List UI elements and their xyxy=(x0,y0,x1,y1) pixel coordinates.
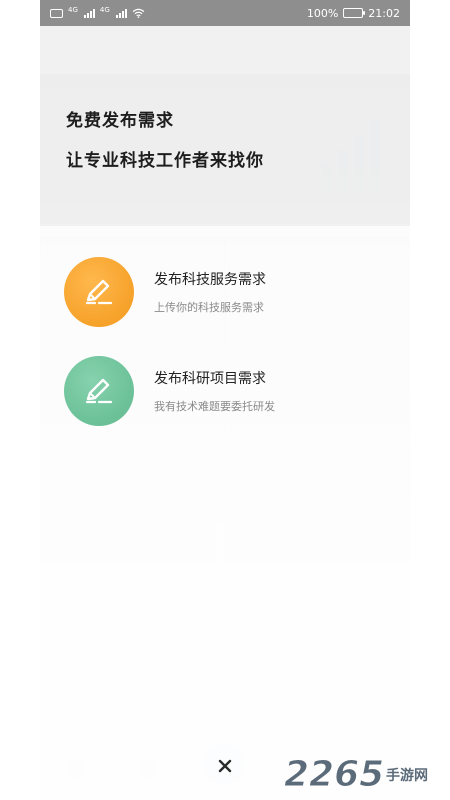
network-type-label: 4G xyxy=(68,6,78,14)
battery-icon xyxy=(343,8,366,18)
battery-percent: 100% xyxy=(306,6,339,20)
close-button[interactable] xyxy=(215,756,235,776)
watermark-logo: 2265 手游网 xyxy=(284,754,428,793)
headline-line-1: 免费发布需求 xyxy=(66,111,174,131)
sim-card-icon xyxy=(50,8,63,18)
signal-strength-icon-2 xyxy=(115,8,127,18)
svg-text:2265: 2265 xyxy=(284,754,384,792)
edit-pencil-icon-glyph xyxy=(85,279,113,305)
edit-pencil-icon-glyph xyxy=(85,378,113,404)
option-subtitle: 我有技术难题要委托研发 xyxy=(154,400,275,413)
option-text: 发布科研项目需求 我有技术难题要委托研发 xyxy=(154,368,275,414)
publish-tech-service-option[interactable]: 发布科技服务需求 上传你的科技服务需求 xyxy=(64,257,394,327)
phone-screen: 4G 4G 100% 21:02 免费发布需求 让专业科技工作者来找你 发布科技… xyxy=(40,0,410,800)
edit-pencil-icon xyxy=(64,257,134,327)
publish-research-project-option[interactable]: 发布科研项目需求 我有技术难题要委托研发 xyxy=(64,356,394,426)
headline-line-2: 让专业科技工作者来找你 xyxy=(66,151,264,171)
clock: 21:02 xyxy=(368,6,400,20)
status-right: 100% 21:02 xyxy=(307,7,400,20)
svg-text:手游网: 手游网 xyxy=(386,767,428,784)
wifi-icon xyxy=(132,8,145,18)
option-subtitle: 上传你的科技服务需求 xyxy=(154,301,264,314)
publish-overlay: 免费发布需求 让专业科技工作者来找你 发布科技服务需求 上传你的科技服务需求 发… xyxy=(40,26,410,800)
network-type-label-2: 4G xyxy=(99,6,110,14)
status-left: 4G 4G xyxy=(50,6,145,18)
status-bar: 4G 4G 100% 21:02 xyxy=(40,0,410,26)
edit-pencil-icon xyxy=(64,356,134,426)
close-icon xyxy=(218,759,232,773)
option-title: 发布科技服务需求 xyxy=(154,272,266,288)
option-text: 发布科技服务需求 上传你的科技服务需求 xyxy=(154,269,266,315)
signal-strength-icon xyxy=(83,8,95,18)
option-title: 发布科研项目需求 xyxy=(154,371,266,387)
